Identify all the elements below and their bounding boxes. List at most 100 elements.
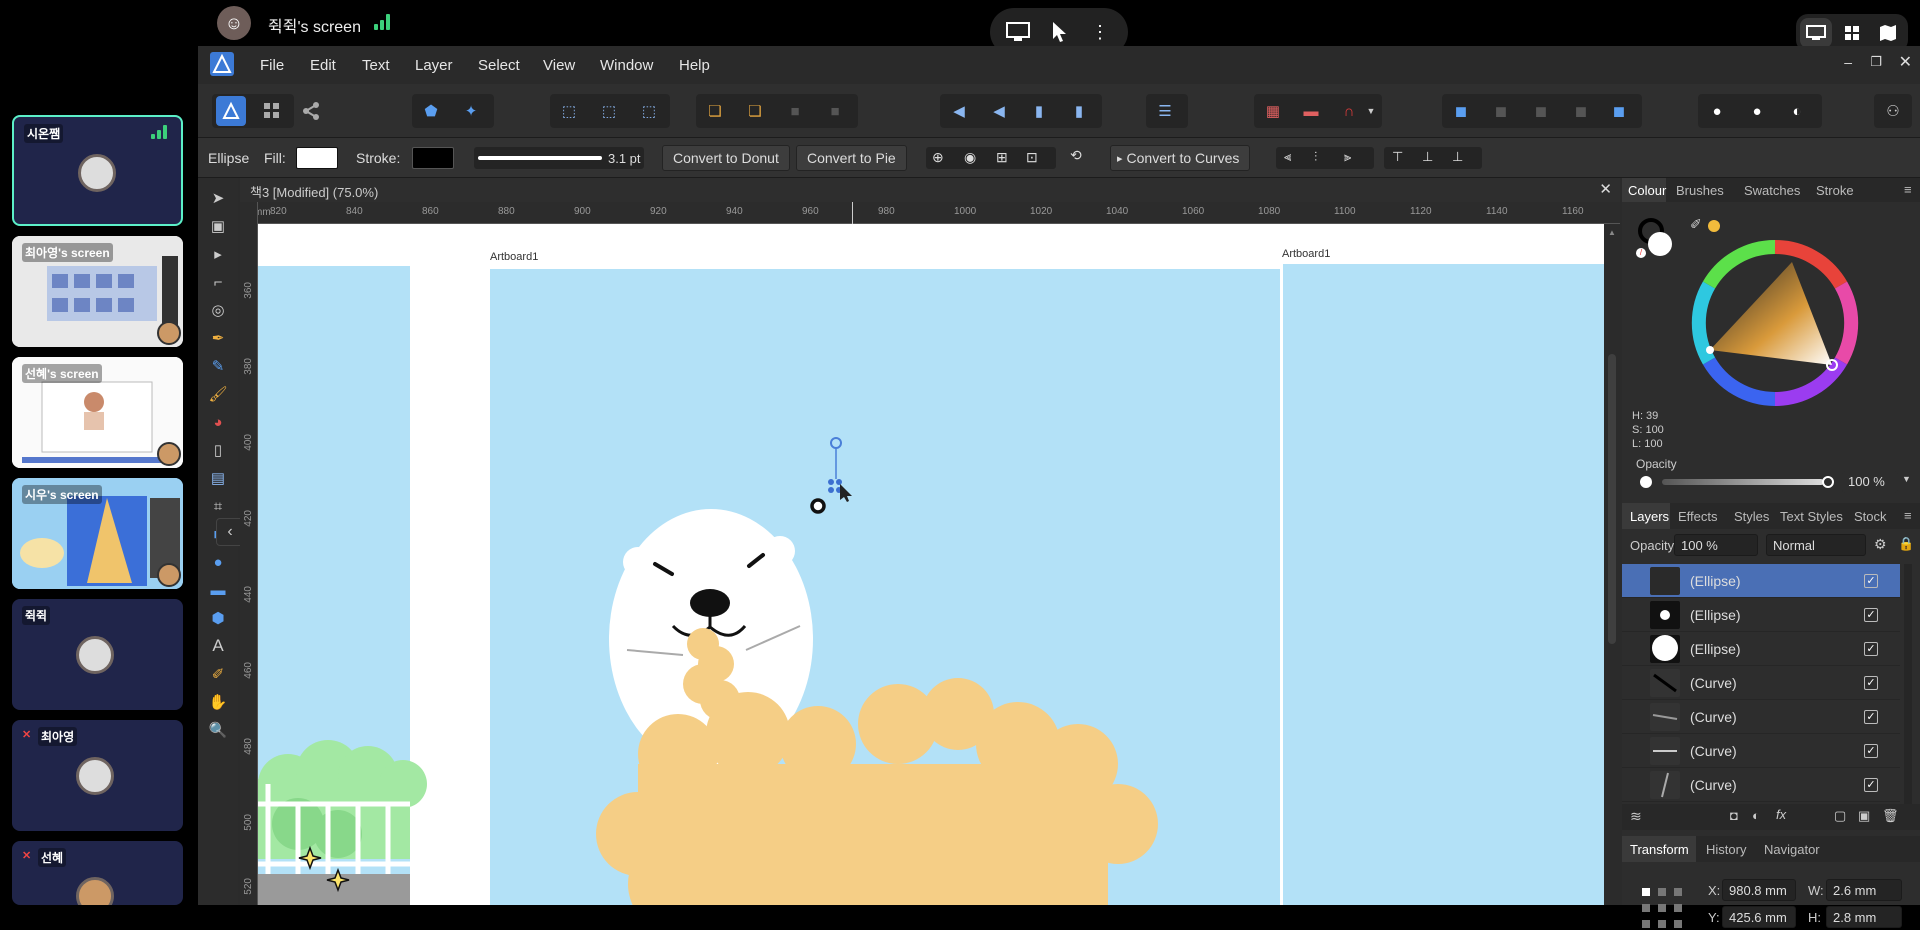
assistant-icon[interactable]: ⬟ bbox=[416, 96, 446, 126]
layer-row[interactable]: (Ellipse) ✓ bbox=[1622, 632, 1900, 666]
menu-help[interactable]: Help bbox=[679, 57, 710, 74]
align-bottom-icon[interactable]: ⊥ bbox=[1452, 149, 1463, 165]
close-document-icon[interactable]: ✕ bbox=[1599, 180, 1612, 198]
close-window-icon[interactable]: ✕ bbox=[1899, 52, 1912, 72]
tab-swatches[interactable]: Swatches bbox=[1744, 183, 1800, 198]
adjustment-icon[interactable]: ◐ bbox=[1752, 808, 1760, 823]
group-icon[interactable]: ▣ bbox=[1858, 808, 1870, 824]
arrange-back-icon[interactable]: ❏ bbox=[700, 96, 730, 126]
width-field[interactable]: 2.6 mm bbox=[1826, 879, 1902, 901]
none-colour-icon[interactable]: / bbox=[1636, 248, 1646, 258]
participant-tile[interactable]: 시우's screen bbox=[12, 478, 183, 589]
brush-tool-icon[interactable]: 🖌 bbox=[206, 382, 230, 406]
visibility-checkbox[interactable]: ✓ bbox=[1864, 676, 1878, 690]
tab-history[interactable]: History bbox=[1706, 842, 1746, 857]
stroke-swatch[interactable] bbox=[412, 147, 454, 169]
tab-stroke[interactable]: Stroke bbox=[1816, 183, 1854, 198]
point-transform-icon[interactable]: ◎ bbox=[206, 298, 230, 322]
layer-row[interactable]: (Curve) ✓ bbox=[1622, 768, 1900, 802]
participant-tile[interactable]: 최아영's screen bbox=[12, 236, 183, 347]
move-tool-icon[interactable]: ➤ bbox=[206, 186, 230, 210]
designer-persona-icon[interactable] bbox=[216, 96, 246, 126]
layer-row[interactable]: (Curve) ✓ bbox=[1622, 700, 1900, 734]
scroll-up-icon[interactable]: ▲ bbox=[1608, 228, 1616, 237]
boolean-xor-icon[interactable]: ◼ bbox=[1566, 96, 1596, 126]
insert-top-icon[interactable]: ◐ bbox=[1782, 96, 1812, 126]
panel-menu-icon[interactable]: ≡ bbox=[1904, 508, 1912, 523]
boolean-intersect-icon[interactable]: ◼ bbox=[1526, 96, 1556, 126]
boolean-divide-icon[interactable]: ◼ bbox=[1604, 96, 1634, 126]
arrange-front-icon[interactable]: ■ bbox=[780, 96, 810, 126]
visibility-checkbox[interactable]: ✓ bbox=[1864, 608, 1878, 622]
menu-window[interactable]: Window bbox=[600, 57, 653, 74]
refresh-icon[interactable]: ⟲ bbox=[1070, 147, 1082, 164]
fill-swatch[interactable] bbox=[296, 147, 338, 169]
pixel-persona-icon[interactable] bbox=[257, 96, 287, 126]
boolean-subtract-icon[interactable]: ◼ bbox=[1486, 96, 1516, 126]
select-all-icon[interactable]: ⬚ bbox=[554, 96, 584, 126]
snap-bounds-icon[interactable]: ▬ bbox=[1296, 96, 1326, 126]
tab-effects[interactable]: Effects bbox=[1678, 509, 1718, 524]
tab-stock[interactable]: Stock bbox=[1854, 509, 1887, 524]
monitor-icon[interactable] bbox=[1004, 20, 1032, 44]
tab-transform[interactable]: Transform bbox=[1622, 836, 1696, 862]
magnet-icon[interactable]: ∩ bbox=[1334, 96, 1364, 126]
tab-layers[interactable]: Layers bbox=[1622, 503, 1670, 529]
account-icon[interactable]: ⚇ bbox=[1878, 96, 1908, 126]
layers-scrollbar[interactable] bbox=[1904, 564, 1912, 804]
grid-icon[interactable] bbox=[1836, 18, 1868, 48]
participant-tile[interactable]: 선혜's screen bbox=[12, 357, 183, 468]
hand-tool-icon[interactable]: ✋ bbox=[206, 690, 230, 714]
opacity-value[interactable]: 100 % bbox=[1842, 471, 1898, 493]
shape-tool-icon[interactable]: ⬢ bbox=[206, 606, 230, 630]
blend-mode-select[interactable]: Normal bbox=[1766, 534, 1866, 556]
pen-tool-icon[interactable]: ✒ bbox=[206, 326, 230, 350]
convert-to-curves-button[interactable]: ▸ Convert to Curves bbox=[1110, 145, 1251, 171]
tab-navigator[interactable]: Navigator bbox=[1764, 842, 1820, 857]
flip-horizontal-icon[interactable]: ◀ bbox=[944, 96, 974, 126]
minimize-icon[interactable]: – bbox=[1844, 54, 1852, 70]
arrange-forward-icon[interactable]: ❏ bbox=[740, 96, 770, 126]
participant-tile[interactable]: 쥑쥑 bbox=[12, 599, 183, 710]
tab-brushes[interactable]: Brushes bbox=[1676, 183, 1724, 198]
crop-tool-icon[interactable]: ⌗ bbox=[206, 494, 230, 518]
zoom-tool-icon[interactable]: 🔍 bbox=[206, 718, 230, 742]
panel-menu-icon[interactable]: ≡ bbox=[1904, 182, 1912, 197]
align-top-icon[interactable]: ⊤ bbox=[1392, 149, 1403, 165]
add-layer-icon[interactable]: ▢ bbox=[1834, 808, 1846, 824]
participant-tile[interactable]: ✕ 선혜 bbox=[12, 841, 183, 905]
align-icon[interactable]: ☰ bbox=[1150, 96, 1180, 126]
eyedropper-icon[interactable]: ✐ bbox=[1690, 216, 1702, 233]
text-tool-icon[interactable]: A bbox=[206, 634, 230, 658]
expand-icon[interactable]: ⊡ bbox=[1026, 149, 1038, 166]
fill-tool-icon[interactable]: ◕ bbox=[206, 410, 230, 434]
colour-wheel[interactable] bbox=[1690, 238, 1860, 408]
artboard-tool-icon[interactable]: ▣ bbox=[206, 214, 230, 238]
canvas[interactable]: Artboard1 Artboard1 bbox=[258, 224, 1620, 905]
visibility-checkbox[interactable]: ✓ bbox=[1864, 574, 1878, 588]
rounded-rect-tool-icon[interactable]: ▬ bbox=[206, 578, 230, 602]
tab-colour[interactable]: Colour bbox=[1622, 178, 1666, 202]
more-icon[interactable]: ⋮ bbox=[1086, 20, 1114, 44]
chevron-down-icon[interactable]: ▼ bbox=[1902, 474, 1911, 484]
node-tool-icon[interactable]: ▸ bbox=[206, 242, 230, 266]
menu-file[interactable]: File bbox=[260, 57, 284, 74]
align-right-icon[interactable]: ⫸ bbox=[1344, 149, 1351, 165]
visibility-checkbox[interactable]: ✓ bbox=[1864, 778, 1878, 792]
layer-row[interactable]: (Curve) ✓ bbox=[1622, 734, 1900, 768]
lock-icon[interactable]: 🔒 bbox=[1898, 536, 1914, 552]
menu-select[interactable]: Select bbox=[478, 57, 520, 74]
color-picker-icon[interactable]: ✐ bbox=[206, 662, 230, 686]
align-center-icon[interactable]: ⫶ bbox=[1314, 149, 1317, 165]
visibility-checkbox[interactable]: ✓ bbox=[1864, 744, 1878, 758]
trash-icon[interactable]: 🗑 bbox=[1882, 808, 1899, 824]
layer-row[interactable]: (Ellipse) ✓ bbox=[1622, 598, 1900, 632]
boolean-add-icon[interactable]: ◼ bbox=[1446, 96, 1476, 126]
arrange-back-one-icon[interactable]: ■ bbox=[820, 96, 850, 126]
corner-tool-icon[interactable]: ⌐ bbox=[206, 270, 230, 294]
invert-selection-icon[interactable]: ⬚ bbox=[634, 96, 664, 126]
vertical-scrollbar[interactable]: ▲ bbox=[1604, 224, 1620, 905]
layer-row[interactable]: (Ellipse) ✓ bbox=[1622, 564, 1900, 598]
menu-text[interactable]: Text bbox=[362, 57, 390, 74]
pencil-tool-icon[interactable]: ✎ bbox=[206, 354, 230, 378]
